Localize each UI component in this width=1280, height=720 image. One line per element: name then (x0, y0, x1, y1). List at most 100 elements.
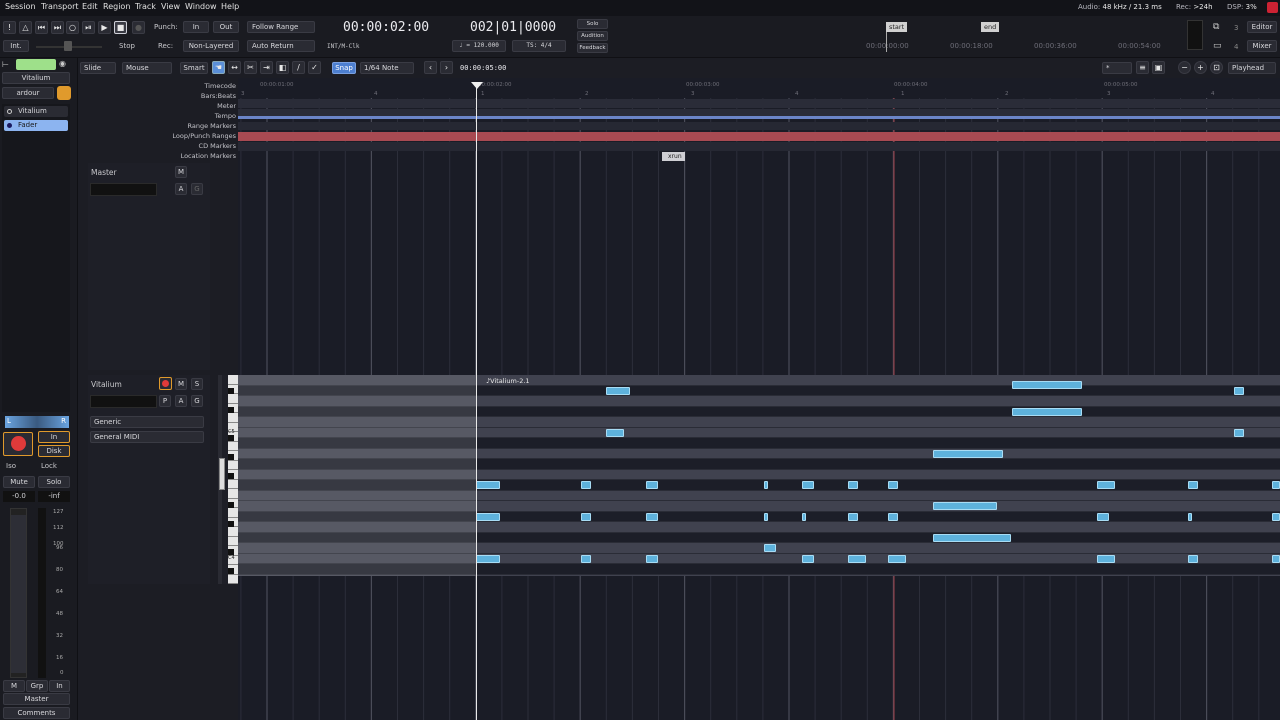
shuttle-handle[interactable] (64, 41, 72, 51)
white-key[interactable] (228, 527, 238, 537)
solo-lock-label[interactable]: Lock (41, 462, 57, 470)
instrument-select[interactable]: Generic (90, 416, 204, 428)
zoom-in-icon[interactable]: + (1194, 61, 1207, 74)
midi-note[interactable] (1012, 381, 1082, 390)
gain-display[interactable]: -0.0 (3, 491, 35, 502)
white-key[interactable] (228, 441, 238, 451)
fader-led-icon[interactable] (7, 123, 12, 128)
midi-note[interactable] (1097, 554, 1115, 563)
peak-display[interactable]: -inf (38, 491, 70, 502)
midi-note[interactable] (606, 428, 624, 437)
edit-mode-select[interactable]: Slide (80, 62, 116, 74)
auto-return-button[interactable]: Auto Return (247, 40, 315, 52)
midi-note[interactable] (802, 481, 814, 489)
cd-lane[interactable] (238, 142, 1280, 151)
time-signature-button[interactable]: TS: 4/4 (512, 40, 566, 52)
cut-tool-icon[interactable]: ✂ (244, 61, 257, 74)
playhead-select[interactable]: Playhead (1228, 62, 1276, 74)
menu-help[interactable]: Help (221, 2, 239, 11)
mute-button[interactable]: Mute (3, 476, 35, 488)
midi-note[interactable] (888, 554, 906, 563)
midi-region-name[interactable]: ♪Vitalium-2.1 (486, 377, 530, 385)
midi-note[interactable] (764, 544, 776, 552)
shrink-tracks-icon[interactable]: ≡ (1136, 61, 1149, 74)
midi-note[interactable] (581, 554, 591, 563)
midi-note[interactable] (1097, 512, 1109, 521)
nudge-back-icon[interactable]: ‹ (424, 61, 437, 74)
midi-note[interactable] (1272, 554, 1280, 563)
bottom-meter-button[interactable]: M (3, 680, 25, 692)
track-color-button[interactable] (16, 59, 56, 70)
mini-timeline[interactable]: start end 00:00:00:00 00:00:18:00 00:00:… (860, 20, 1180, 54)
goto-start-icon[interactable]: ⏮ (35, 21, 48, 34)
midi-note[interactable] (1097, 481, 1115, 489)
midi-note[interactable] (933, 533, 1011, 542)
midi-note[interactable] (848, 481, 858, 489)
follow-range-button[interactable]: Follow Range (247, 21, 315, 33)
midi-note[interactable] (476, 554, 500, 563)
mouse-mode-select[interactable]: Mouse (122, 62, 172, 74)
ruler-loop-punch[interactable]: Loop/Punch Ranges (172, 132, 236, 140)
midi-note[interactable] (848, 512, 858, 521)
mixer-button[interactable]: Mixer (1247, 40, 1277, 52)
nudge-clock[interactable]: 00:00:05:00 (460, 64, 506, 72)
mini-start-marker[interactable]: start (886, 22, 908, 32)
zoom-out-icon[interactable]: − (1178, 61, 1191, 74)
ruler-timecode[interactable]: Timecode (204, 82, 236, 90)
range-lane[interactable] (238, 122, 1280, 130)
ruler-cd-markers[interactable]: CD Markers (199, 142, 236, 150)
error-log-icon[interactable] (1267, 2, 1278, 13)
master-group-button[interactable]: G (191, 183, 203, 195)
punch-out-button[interactable]: Out (213, 21, 239, 33)
rec-arm-button[interactable] (3, 432, 33, 456)
midi-note[interactable] (476, 512, 500, 521)
stereo-panner[interactable]: L R (5, 416, 69, 428)
punch-in-button[interactable]: In (183, 21, 209, 33)
fit-tracks-icon[interactable]: ▣ (1152, 61, 1165, 74)
metronome-icon[interactable]: △ (19, 21, 32, 34)
ruler-range-markers[interactable]: Range Markers (187, 122, 236, 130)
internal-edit-tool-icon[interactable]: ✓ (308, 61, 321, 74)
midi-note[interactable] (581, 512, 591, 521)
master-mute-button[interactable]: M (175, 166, 187, 178)
midi-playlist-button[interactable]: P (159, 395, 171, 407)
menu-session[interactable]: Session (5, 2, 36, 11)
editor-icon[interactable]: ⧉ (1213, 21, 1227, 33)
midi-note[interactable] (888, 481, 898, 489)
menu-track[interactable]: Track (135, 2, 156, 11)
editor-canvas[interactable]: 00:00:01:00 00:00:02:00 00:00:03:00 00:0… (238, 78, 1280, 720)
stop-icon[interactable]: ■ (114, 21, 127, 34)
comments-button[interactable]: Comments (3, 707, 70, 719)
midi-note[interactable] (606, 386, 630, 395)
midi-solo-button[interactable]: S (191, 378, 203, 390)
zoom-focus-select[interactable]: * (1102, 62, 1132, 74)
white-key[interactable] (228, 394, 238, 404)
strip-name-button[interactable]: Vitalium (2, 72, 70, 84)
white-key[interactable] (228, 479, 238, 489)
menu-region[interactable]: Region (103, 2, 130, 11)
audition-tool-icon[interactable]: ◧ (276, 61, 289, 74)
xrun-marker[interactable]: xrun (662, 152, 685, 161)
midi-note[interactable] (1188, 554, 1198, 563)
audition-button[interactable]: Audition (577, 31, 608, 41)
midi-note[interactable] (848, 554, 866, 563)
midi-note[interactable] (933, 502, 997, 510)
monitor-input-button[interactable]: In (38, 431, 70, 443)
grid-select[interactable]: 1/64 Note (360, 62, 414, 74)
keyboard-view-handle[interactable] (219, 458, 225, 490)
ruler-tempo[interactable]: Tempo (215, 112, 236, 120)
midi-note[interactable] (764, 481, 768, 489)
processor-vitalium[interactable]: Vitalium (4, 106, 68, 117)
solo-button[interactable]: Solo (577, 19, 608, 29)
master-track-name[interactable]: Master (91, 168, 117, 177)
solo-button-strip[interactable]: Solo (38, 476, 70, 488)
strip-width-icon[interactable]: ⊢ (2, 60, 13, 70)
draw-tool-icon[interactable]: / (292, 61, 305, 74)
playhead-line[interactable] (476, 84, 477, 720)
midi-note[interactable] (646, 554, 658, 563)
visibility-eye-icon[interactable]: ◉ (59, 59, 71, 70)
black-key[interactable] (228, 454, 234, 460)
editor-button[interactable]: Editor (1247, 21, 1277, 33)
tempo-line[interactable] (238, 116, 1280, 119)
meter-lane[interactable] (238, 99, 1280, 108)
